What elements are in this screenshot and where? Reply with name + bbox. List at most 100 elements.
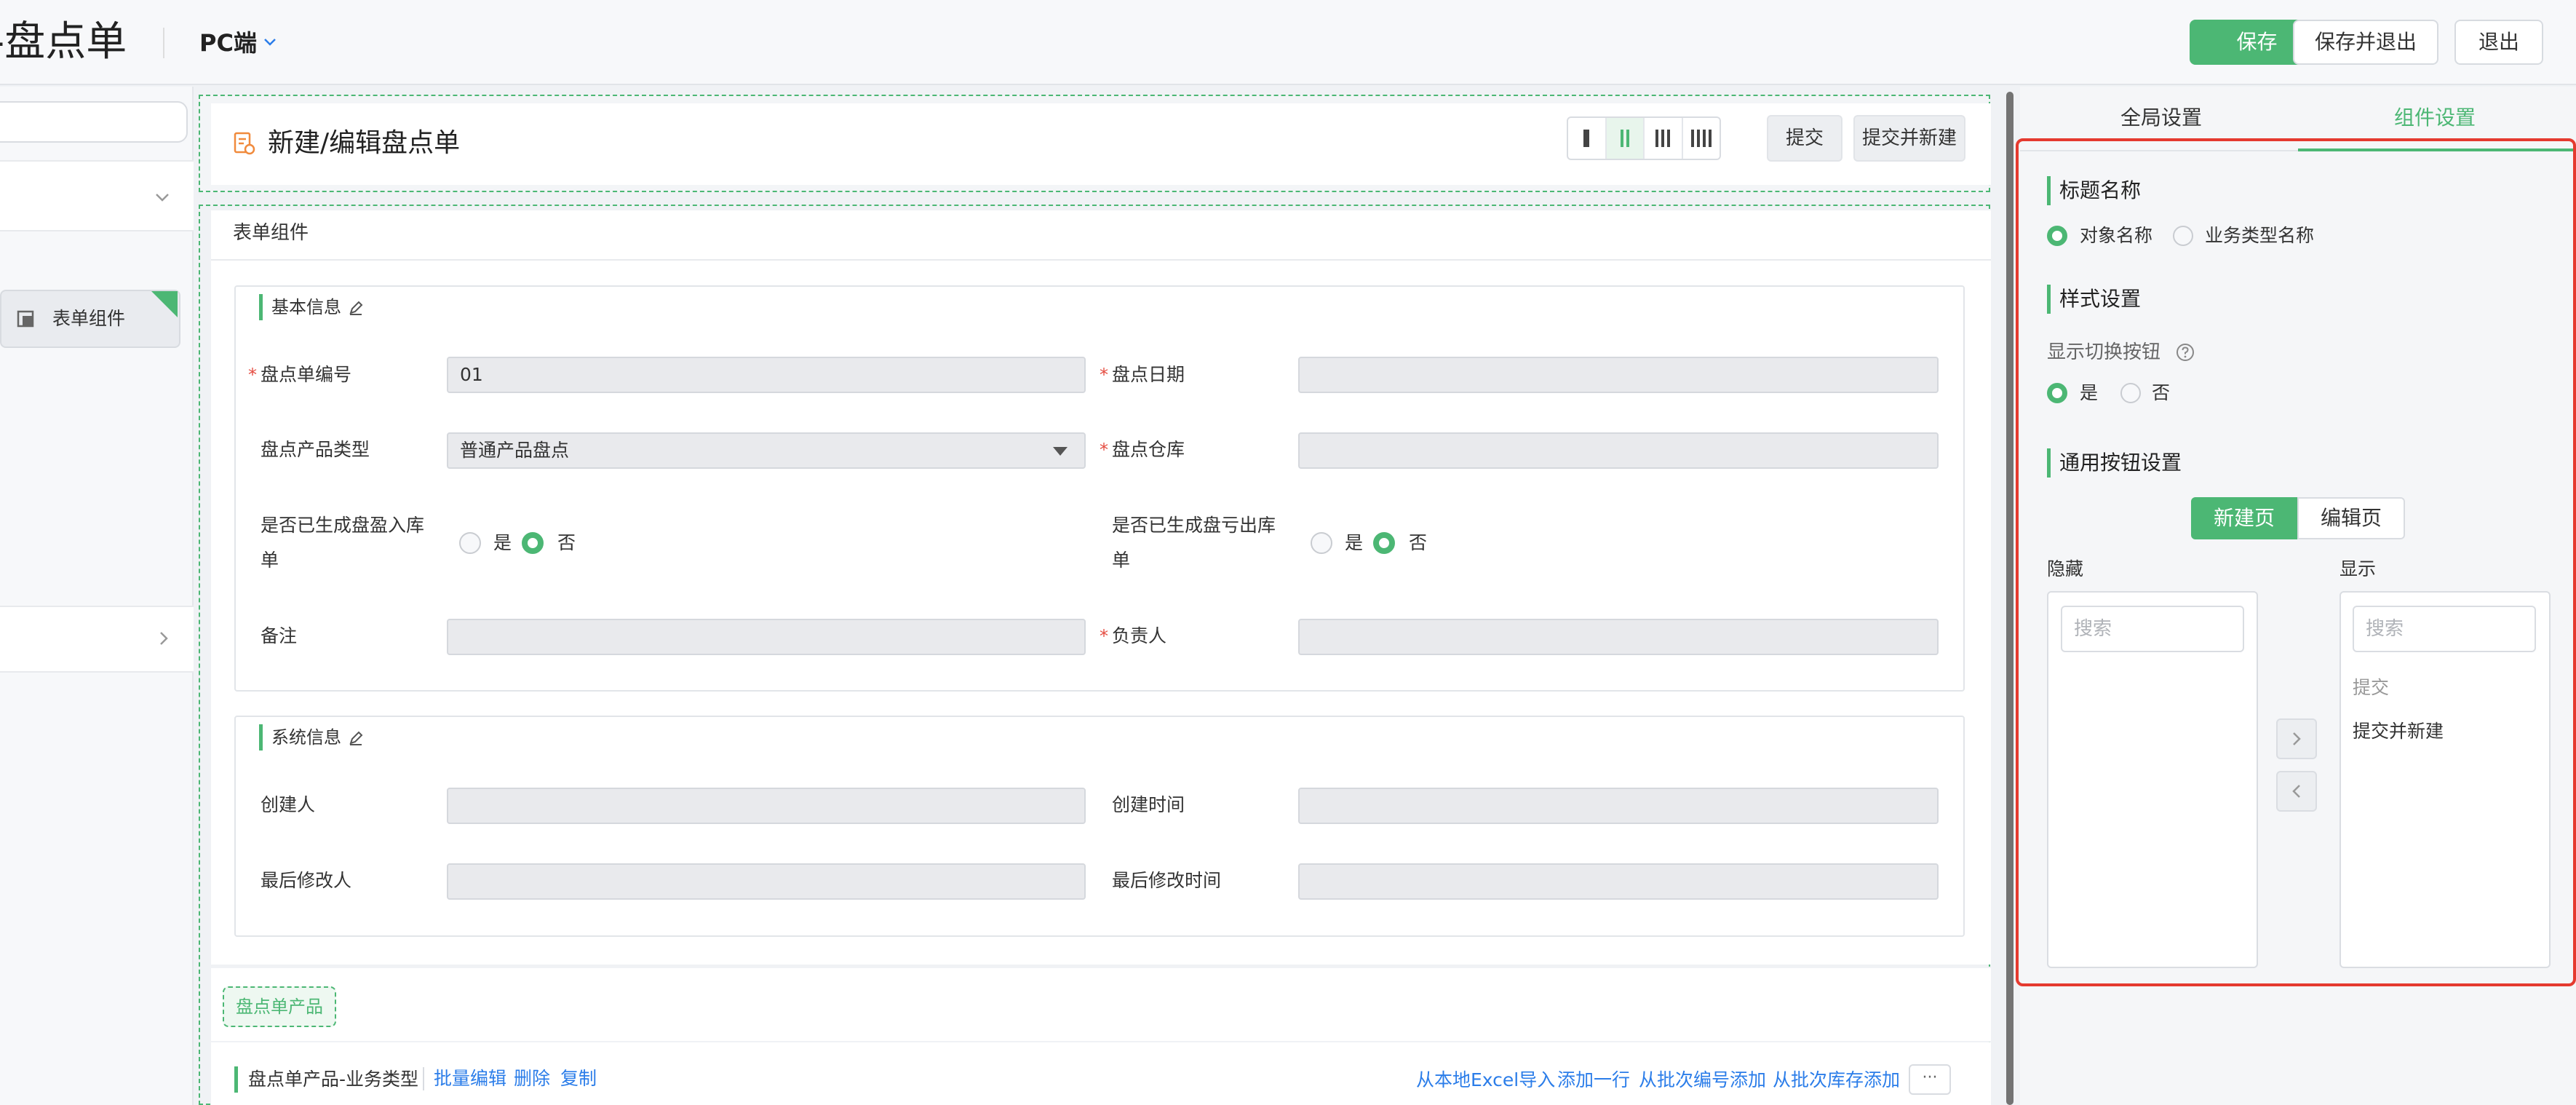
hidden-search-input[interactable]: 搜索 bbox=[2061, 606, 2244, 652]
field-label-date: 盘点日期 bbox=[1112, 364, 1185, 385]
four-column-button[interactable] bbox=[1683, 118, 1720, 159]
radio-label-no: 否 bbox=[557, 532, 576, 553]
edit-icon[interactable] bbox=[348, 300, 364, 316]
canvas-scrollbar[interactable] bbox=[2006, 92, 2014, 1105]
field-label-created-time: 创建时间 bbox=[1112, 794, 1185, 815]
add-by-batch-number-link[interactable]: 从批次编号添加 bbox=[1639, 1067, 1766, 1093]
add-row-link[interactable]: 添加一行 bbox=[1557, 1067, 1630, 1093]
page-title: 新建/编辑盘点单 bbox=[268, 128, 461, 158]
column-layout-toggle[interactable] bbox=[1567, 116, 1721, 160]
two-column-button[interactable] bbox=[1606, 118, 1645, 159]
app-title: -盘点单 bbox=[0, 18, 127, 66]
divider bbox=[211, 259, 1991, 261]
field-label-code: 盘点单编号 bbox=[261, 364, 352, 385]
tab-global-settings[interactable]: 全局设置 bbox=[2120, 100, 2202, 135]
left-search-input[interactable] bbox=[0, 101, 188, 143]
more-button[interactable]: ··· bbox=[1909, 1064, 1951, 1095]
copy-link[interactable]: 复制 bbox=[560, 1066, 597, 1092]
style-settings-heading: 样式设置 bbox=[2047, 285, 2141, 314]
radio-label-business-type: 业务类型名称 bbox=[2205, 225, 2315, 246]
code-input[interactable]: 01 bbox=[447, 357, 1086, 393]
selected-corner-mark bbox=[151, 291, 178, 317]
edit-icon[interactable] bbox=[348, 730, 364, 746]
radio-label-no: 否 bbox=[2152, 382, 2171, 403]
radio-label-yes: 是 bbox=[2080, 382, 2099, 403]
list-item[interactable]: 提交 bbox=[2353, 675, 2389, 701]
segment-edit-page[interactable]: 编辑页 bbox=[2297, 497, 2405, 539]
hidden-list-label: 隐藏 bbox=[2047, 558, 2084, 579]
move-right-button[interactable] bbox=[2276, 718, 2317, 759]
gain-no-radio[interactable] bbox=[522, 532, 544, 554]
show-toggle-label: 显示切换按钮 bbox=[2047, 341, 2161, 363]
segment-new-page[interactable]: 新建页 bbox=[2191, 497, 2297, 539]
help-icon[interactable] bbox=[2176, 343, 2195, 362]
required-mark: * bbox=[1100, 440, 1108, 460]
created-time-input bbox=[1298, 788, 1939, 824]
radio-label-yes: 是 bbox=[1345, 532, 1364, 553]
document-icon bbox=[231, 131, 256, 156]
field-label-modified-time: 最后修改时间 bbox=[1112, 870, 1222, 891]
chevron-down-icon[interactable] bbox=[262, 33, 278, 49]
chevron-down-icon[interactable] bbox=[153, 188, 172, 207]
show-toggle-yes-radio[interactable] bbox=[2047, 383, 2067, 403]
required-mark: * bbox=[248, 365, 257, 385]
date-input[interactable] bbox=[1298, 357, 1939, 393]
form-component-title: 表单组件 bbox=[233, 222, 309, 244]
radio-label-yes: 是 bbox=[493, 532, 512, 553]
field-label-creator: 创建人 bbox=[261, 794, 316, 815]
system-info-section bbox=[234, 716, 1965, 937]
sub-table-title: 盘点单产品-业务类型 bbox=[234, 1066, 418, 1093]
common-buttons-heading: 通用按钮设置 bbox=[2047, 448, 2182, 478]
list-item[interactable]: 提交并新建 bbox=[2353, 718, 2444, 745]
modified-time-input bbox=[1298, 863, 1939, 900]
field-label-modifier: 最后修改人 bbox=[261, 870, 352, 891]
platform-selector[interactable]: PC端 bbox=[199, 26, 257, 60]
chevron-right-icon[interactable] bbox=[154, 629, 173, 648]
submit-button[interactable]: 提交 bbox=[1767, 115, 1842, 162]
tab-component-settings[interactable]: 组件设置 bbox=[2394, 100, 2476, 135]
shown-list-label: 显示 bbox=[2340, 558, 2377, 579]
remark-input[interactable] bbox=[447, 619, 1086, 655]
left-panel bbox=[0, 87, 194, 1105]
move-left-button[interactable] bbox=[2276, 771, 2317, 812]
form-component-icon bbox=[16, 309, 35, 328]
object-name-radio[interactable] bbox=[2047, 226, 2067, 246]
section-title: 系统信息 bbox=[259, 724, 341, 750]
section-title: 基本信息 bbox=[259, 294, 341, 320]
field-label-gain-line1: 是否已生成盘盈入库 bbox=[261, 515, 425, 536]
submit-and-new-button[interactable]: 提交并新建 bbox=[1853, 115, 1965, 162]
tab-strip bbox=[211, 968, 1991, 1041]
tab-inventory-products[interactable]: 盘点单产品 bbox=[223, 986, 336, 1027]
batch-edit-link[interactable]: 批量编辑 bbox=[434, 1066, 506, 1092]
business-type-radio[interactable] bbox=[2173, 226, 2193, 246]
three-column-button[interactable] bbox=[1645, 118, 1683, 159]
field-label-remark: 备注 bbox=[261, 625, 298, 646]
save-and-exit-button[interactable]: 保存并退出 bbox=[2293, 20, 2438, 65]
add-by-batch-stock-link[interactable]: 从批次库存添加 bbox=[1773, 1067, 1900, 1093]
loss-yes-radio[interactable] bbox=[1311, 532, 1332, 554]
caret-down-icon[interactable] bbox=[1052, 445, 1068, 456]
field-label-owner: 负责人 bbox=[1112, 625, 1167, 646]
component-item-label: 表单组件 bbox=[52, 308, 126, 329]
field-label-loss-line2: 单 bbox=[1112, 550, 1131, 571]
header-card bbox=[211, 103, 1991, 185]
title-name-heading: 标题名称 bbox=[2047, 176, 2141, 205]
required-mark: * bbox=[1100, 365, 1108, 385]
loss-no-radio[interactable] bbox=[1373, 532, 1395, 554]
field-label-product-type: 盘点产品类型 bbox=[261, 439, 370, 460]
one-column-button[interactable] bbox=[1568, 118, 1607, 159]
product-type-select[interactable]: 普通产品盘点 bbox=[447, 432, 1086, 469]
import-excel-link[interactable]: 从本地Excel导入 bbox=[1416, 1067, 1555, 1093]
creator-input bbox=[447, 788, 1086, 824]
gain-yes-radio[interactable] bbox=[459, 532, 481, 554]
title-divider bbox=[163, 28, 164, 58]
shown-search-input[interactable]: 搜索 bbox=[2353, 606, 2536, 652]
divider bbox=[423, 1067, 424, 1090]
owner-input[interactable] bbox=[1298, 619, 1939, 655]
required-mark: * bbox=[1100, 626, 1108, 646]
field-label-loss-line1: 是否已生成盘亏出库 bbox=[1112, 515, 1276, 536]
exit-button[interactable]: 退出 bbox=[2454, 20, 2543, 65]
delete-link[interactable]: 删除 bbox=[514, 1066, 550, 1092]
show-toggle-no-radio[interactable] bbox=[2120, 383, 2141, 403]
warehouse-input[interactable] bbox=[1298, 432, 1939, 469]
